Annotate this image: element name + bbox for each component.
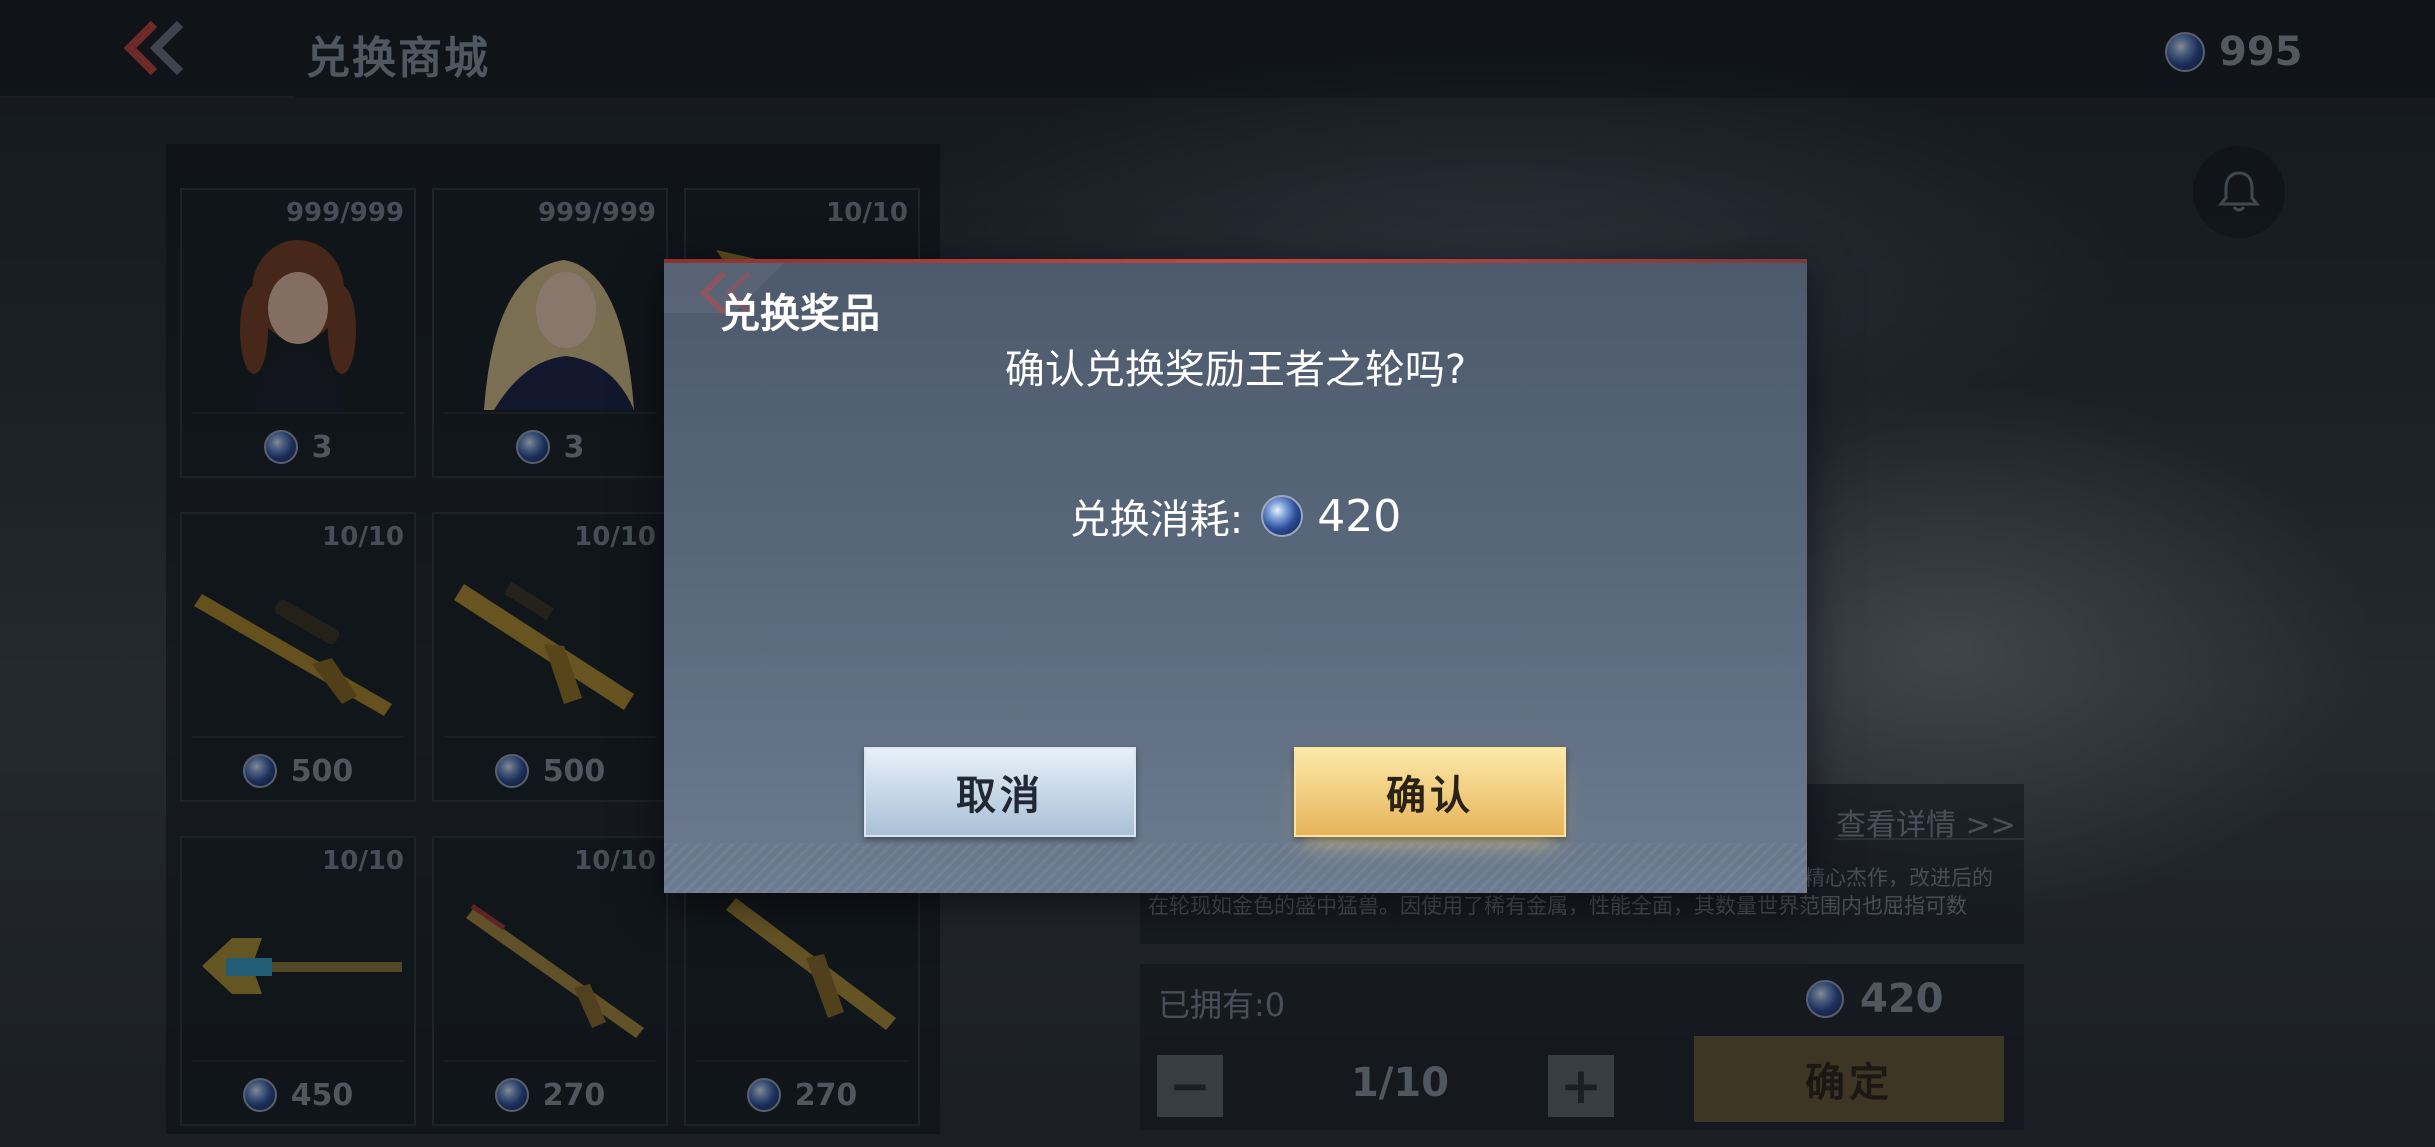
dialog-title: 兑换奖品	[720, 291, 880, 337]
exchange-dialog: 兑换奖品 确认兑换奖励王者之轮吗? 兑换消耗: 420 取消 确认	[664, 259, 1807, 893]
dialog-hatch-pattern	[664, 843, 1807, 893]
dialog-accent-line	[664, 259, 1807, 263]
cancel-button[interactable]: 取消	[864, 747, 1136, 837]
confirm-button[interactable]: 确认	[1294, 747, 1566, 837]
cost-label: 兑换消耗:	[1069, 497, 1244, 543]
exchange-cost: 兑换消耗: 420	[664, 487, 1807, 545]
cost-value: 420	[1317, 490, 1402, 542]
dialog-question: 确认兑换奖励王者之轮吗?	[1004, 347, 1467, 393]
coin-icon	[1261, 495, 1304, 537]
